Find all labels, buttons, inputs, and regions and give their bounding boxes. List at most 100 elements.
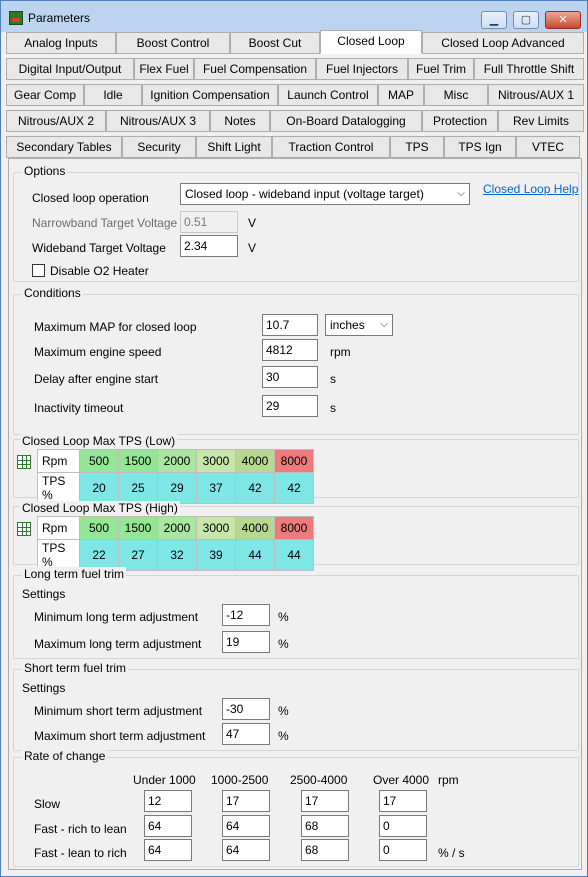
tab-fuel-injectors[interactable]: Fuel Injectors — [316, 58, 408, 80]
rate-slow-1000-2500[interactable]: 17 — [222, 790, 270, 812]
rpm-cell[interactable]: 2000 — [157, 449, 197, 473]
tab-full-throttle-shift[interactable]: Full Throttle Shift — [474, 58, 584, 80]
rate-lean-rich-under-1000[interactable]: 64 — [144, 839, 192, 861]
rpm-cell[interactable]: 1500 — [118, 449, 158, 473]
tab-fuel-compensation[interactable]: Fuel Compensation — [194, 58, 316, 80]
tab-map[interactable]: MAP — [378, 84, 424, 106]
chevron-down-icon: ⌵ — [457, 188, 465, 199]
tab-notes[interactable]: Notes — [210, 110, 270, 132]
max-tps-low-group: Closed Loop Max TPS (Low) Rpm 500 1500 2… — [13, 434, 579, 504]
tps-cell[interactable]: 44 — [274, 539, 314, 571]
max-tps-low-table: Rpm 500 1500 2000 3000 4000 8000 TPS % 2… — [37, 449, 314, 504]
rate-lean-rich-2500-4000[interactable]: 68 — [301, 839, 349, 861]
tab-protection[interactable]: Protection — [422, 110, 498, 132]
max-map-unit-select[interactable]: inches ⌵ — [325, 314, 393, 336]
tab-nitrous-aux-2[interactable]: Nitrous/AUX 2 — [6, 110, 106, 132]
tab-idle[interactable]: Idle — [84, 84, 142, 106]
tps-cell[interactable]: 20 — [79, 472, 119, 504]
table-grid-icon[interactable] — [17, 455, 31, 469]
max-tps-high-group: Closed Loop Max TPS (High) Rpm 500 1500 … — [13, 501, 579, 571]
tab-security[interactable]: Security — [122, 136, 196, 158]
rpm-cell[interactable]: 4000 — [235, 449, 275, 473]
tab-rev-limits[interactable]: Rev Limits — [498, 110, 584, 132]
tab-gear-comp[interactable]: Gear Comp — [6, 84, 84, 106]
tab-vtec[interactable]: VTEC — [516, 136, 580, 158]
min-short-term-field[interactable]: -30 — [222, 698, 270, 720]
tab-ignition-compensation[interactable]: Ignition Compensation — [142, 84, 278, 106]
rpm-cell[interactable]: 1500 — [118, 516, 158, 540]
tps-cell[interactable]: 22 — [79, 539, 119, 571]
tab-launch-control[interactable]: Launch Control — [278, 84, 378, 106]
rpm-cell[interactable]: 8000 — [274, 516, 314, 540]
tab-closed-loop-advanced[interactable]: Closed Loop Advanced — [422, 32, 584, 54]
tps-cell[interactable]: 44 — [235, 539, 275, 571]
wideband-target-field[interactable]: 2.34 — [180, 235, 238, 257]
tab-boost-control[interactable]: Boost Control — [116, 32, 230, 54]
tab-analog-inputs[interactable]: Analog Inputs — [6, 32, 116, 54]
tab-tps-ign[interactable]: TPS Ign — [444, 136, 516, 158]
rate-row-slow-label: Slow — [34, 797, 61, 811]
rate-lean-rich-over-4000[interactable]: 0 — [379, 839, 427, 861]
rate-lean-rich-1000-2500[interactable]: 64 — [222, 839, 270, 861]
max-short-term-field[interactable]: 47 — [222, 723, 270, 745]
max-map-field[interactable]: 10.7 — [262, 314, 318, 336]
tps-cell[interactable]: 39 — [196, 539, 236, 571]
closed-loop-help-link[interactable]: Closed Loop Help — [483, 182, 578, 196]
rate-rich-lean-2500-4000[interactable]: 68 — [301, 815, 349, 837]
tps-cell[interactable]: 25 — [118, 472, 158, 504]
tab-traction-control[interactable]: Traction Control — [272, 136, 390, 158]
rate-slow-over-4000[interactable]: 17 — [379, 790, 427, 812]
rpm-row-label: Rpm — [37, 516, 80, 540]
table-grid-icon[interactable] — [17, 522, 31, 536]
rate-header-2500-4000: 2500-4000 — [290, 773, 348, 787]
tab-shift-light[interactable]: Shift Light — [196, 136, 272, 158]
rpm-cell[interactable]: 3000 — [196, 449, 236, 473]
rpm-cell[interactable]: 4000 — [235, 516, 275, 540]
tps-cell[interactable]: 37 — [196, 472, 236, 504]
tab-boost-cut[interactable]: Boost Cut — [230, 32, 320, 54]
tps-cell[interactable]: 32 — [157, 539, 197, 571]
rate-slow-under-1000[interactable]: 12 — [144, 790, 192, 812]
long-term-title: Long term fuel trim — [22, 567, 127, 581]
rate-header-under-1000: Under 1000 — [133, 773, 196, 787]
tab-fuel-trim[interactable]: Fuel Trim — [408, 58, 474, 80]
disable-o2-heater-label: Disable O2 Heater — [50, 264, 149, 278]
tab-on-board-datalogging[interactable]: On-Board Datalogging — [270, 110, 422, 132]
max-long-term-field[interactable]: 19 — [222, 631, 270, 653]
tab-closed-loop[interactable]: Closed Loop — [320, 30, 422, 54]
rate-rich-lean-under-1000[interactable]: 64 — [144, 815, 192, 837]
delay-after-start-field[interactable]: 30 — [262, 366, 318, 388]
inactivity-timeout-field[interactable]: 29 — [262, 395, 318, 417]
max-engine-speed-field[interactable]: 4812 — [262, 339, 318, 361]
maximize-button[interactable]: ▢ — [513, 11, 539, 29]
tab-misc[interactable]: Misc — [424, 84, 488, 106]
rate-unit: % / s — [438, 846, 465, 860]
tab-strip: Analog Inputs Boost Control Boost Cut Cl… — [6, 30, 584, 160]
minimize-button[interactable]: ▁ — [481, 11, 507, 29]
tps-cell[interactable]: 29 — [157, 472, 197, 504]
tab-secondary-tables[interactable]: Secondary Tables — [6, 136, 122, 158]
rpm-row-label: Rpm — [37, 449, 80, 473]
rpm-cell[interactable]: 8000 — [274, 449, 314, 473]
rate-row-rich-to-lean-label: Fast - rich to lean — [34, 822, 127, 836]
rate-slow-2500-4000[interactable]: 17 — [301, 790, 349, 812]
rate-rich-lean-1000-2500[interactable]: 64 — [222, 815, 270, 837]
min-long-term-field[interactable]: -12 — [222, 604, 270, 626]
disable-o2-heater-checkbox[interactable] — [32, 264, 45, 277]
conditions-title: Conditions — [22, 286, 83, 300]
close-button[interactable]: ✕ — [545, 11, 581, 29]
rpm-cell[interactable]: 2000 — [157, 516, 197, 540]
tps-cell[interactable]: 27 — [118, 539, 158, 571]
rpm-cell[interactable]: 3000 — [196, 516, 236, 540]
closed-loop-operation-select[interactable]: Closed loop - wideband input (voltage ta… — [180, 183, 470, 205]
tps-cell[interactable]: 42 — [274, 472, 314, 504]
tps-cell[interactable]: 42 — [235, 472, 275, 504]
tab-flex-fuel[interactable]: Flex Fuel — [134, 58, 194, 80]
rpm-cell[interactable]: 500 — [79, 516, 119, 540]
tab-nitrous-aux-3[interactable]: Nitrous/AUX 3 — [106, 110, 210, 132]
tab-digital-input-output[interactable]: Digital Input/Output — [6, 58, 134, 80]
tab-nitrous-aux-1[interactable]: Nitrous/AUX 1 — [488, 84, 584, 106]
rpm-cell[interactable]: 500 — [79, 449, 119, 473]
rate-rich-lean-over-4000[interactable]: 0 — [379, 815, 427, 837]
tab-tps[interactable]: TPS — [390, 136, 444, 158]
